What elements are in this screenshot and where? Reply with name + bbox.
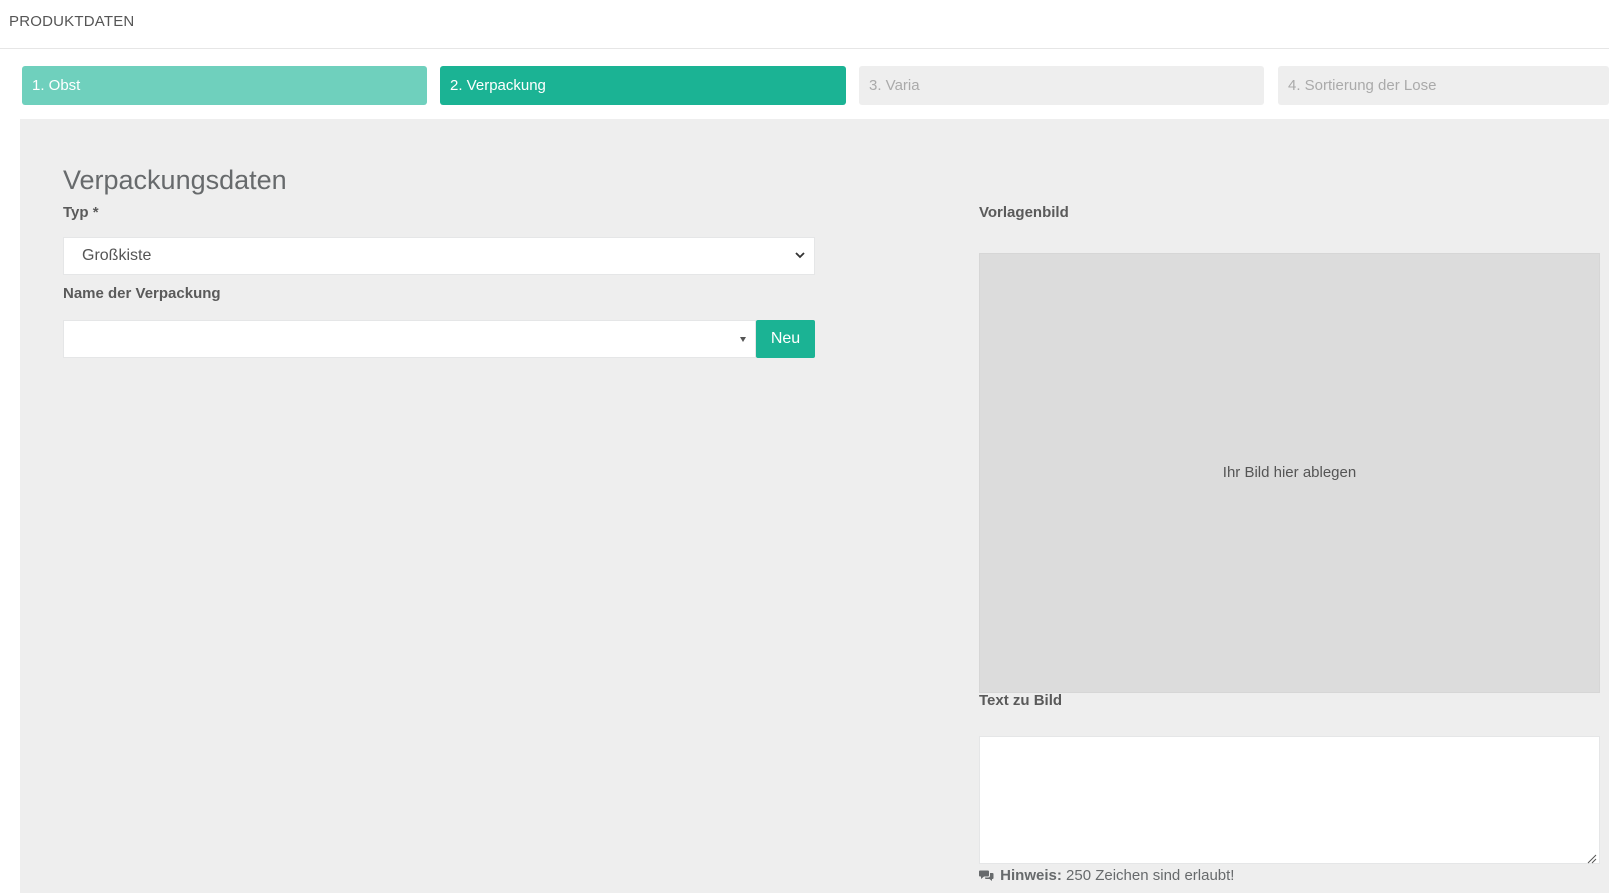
comments-icon: [979, 869, 994, 886]
image-text-label: Text zu Bild: [979, 692, 1063, 709]
step-tab-varia[interactable]: 3. Varia: [859, 66, 1264, 105]
packaging-name-combobox[interactable]: [63, 320, 756, 358]
type-select[interactable]: Großkiste: [63, 237, 815, 275]
chevron-down-icon: [794, 238, 806, 288]
packaging-name-label: Name der Verpackung: [63, 285, 221, 302]
page-title: PRODUKTDATEN: [9, 13, 135, 30]
template-image-label: Vorlagenbild: [979, 204, 1069, 221]
dropzone-message: Ihr Bild hier ablegen: [1222, 464, 1357, 481]
step-tab-sortierung[interactable]: 4. Sortierung der Lose: [1278, 66, 1609, 105]
step-tab-verpackung[interactable]: 2. Verpackung: [440, 66, 846, 105]
section-heading: Verpackungsdaten: [63, 165, 287, 195]
image-text-textarea[interactable]: [979, 736, 1600, 864]
image-dropzone[interactable]: Ihr Bild hier ablegen: [979, 253, 1600, 693]
type-select-value: Großkiste: [82, 247, 152, 264]
hint-label: Hinweis:: [1000, 867, 1062, 884]
hint-text: 250 Zeichen sind erlaubt!: [1061, 867, 1235, 884]
resize-handle-icon[interactable]: [1587, 851, 1597, 864]
step-tab-obst[interactable]: 1. Obst: [22, 66, 427, 105]
new-packaging-button[interactable]: Neu: [756, 320, 815, 358]
caret-down-icon: [739, 332, 747, 348]
type-label: Typ *: [63, 204, 99, 221]
form-panel: Verpackungsdaten Typ * Großkiste Name de…: [20, 119, 1609, 893]
top-bar: PRODUKTDATEN: [0, 0, 1609, 49]
character-hint: Hinweis: 250 Zeichen sind erlaubt!: [979, 867, 1234, 886]
